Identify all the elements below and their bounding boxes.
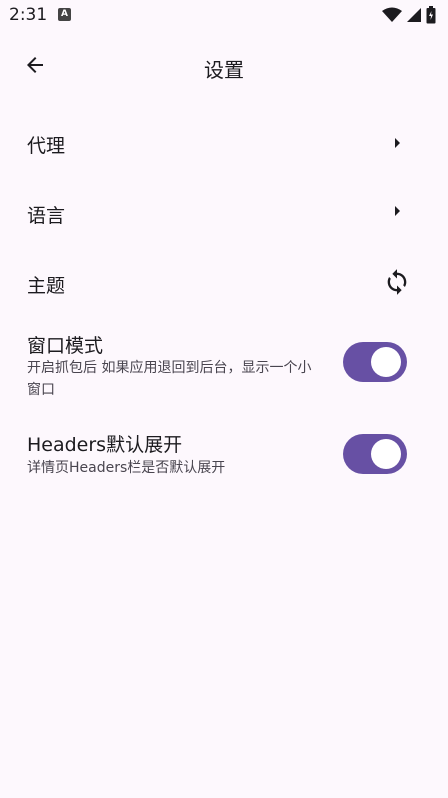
settings-item-description: 开启抓包后 如果应用退回到后台，显示一个小窗口 bbox=[27, 360, 312, 398]
settings-item-window-mode[interactable]: 窗口模式 开启抓包后 如果应用退回到后台，显示一个小窗口 bbox=[0, 318, 448, 410]
settings-item-label: 代理 bbox=[27, 135, 66, 157]
sync-icon[interactable] bbox=[383, 268, 411, 296]
settings-item-label: Headers默认展开 bbox=[27, 434, 183, 456]
settings-item-language[interactable]: 语言 bbox=[0, 178, 448, 248]
arrow-right-icon bbox=[385, 199, 409, 223]
settings-item-theme[interactable]: 主题 bbox=[0, 248, 448, 318]
arrow-right-icon bbox=[385, 131, 409, 155]
battery-icon bbox=[426, 6, 436, 24]
toggle-thumb bbox=[371, 347, 401, 377]
settings-item-label: 窗口模式 bbox=[27, 335, 104, 357]
settings-item-headers-expand[interactable]: Headers默认展开 详情页Headers栏是否默认展开 bbox=[0, 418, 448, 494]
toggle-thumb bbox=[371, 439, 401, 469]
settings-item-label: 主题 bbox=[27, 275, 66, 297]
settings-item-label: 语言 bbox=[27, 205, 66, 227]
page-title: 设置 bbox=[204, 58, 244, 82]
wifi-icon bbox=[382, 7, 402, 22]
status-icons bbox=[382, 5, 436, 25]
app-notification-icon: A bbox=[58, 8, 71, 21]
settings-item-proxy[interactable]: 代理 bbox=[0, 108, 448, 178]
window-mode-toggle[interactable] bbox=[343, 342, 407, 382]
status-time: 2:31 bbox=[9, 5, 48, 25]
settings-item-description: 详情页Headers栏是否默认展开 bbox=[27, 460, 226, 476]
cell-signal-icon bbox=[407, 8, 421, 22]
status-bar: 2:31 A bbox=[0, 0, 448, 32]
app-bar: 设置 bbox=[0, 32, 448, 100]
headers-expand-toggle[interactable] bbox=[343, 434, 407, 474]
